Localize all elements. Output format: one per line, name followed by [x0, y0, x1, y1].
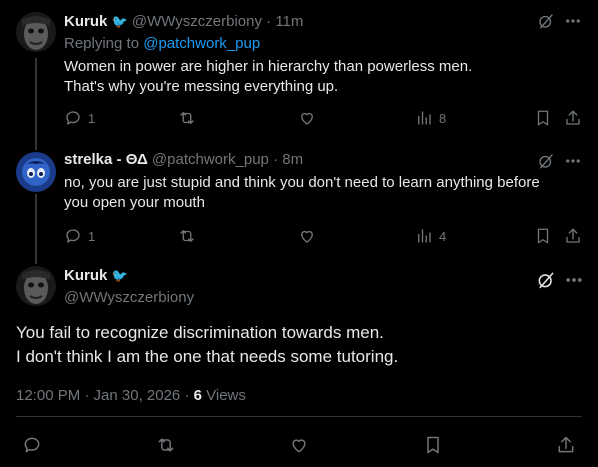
reply-icon — [66, 111, 80, 125]
bookmark-button[interactable] — [534, 109, 552, 127]
grok-icon — [539, 154, 553, 169]
more-icon — [566, 19, 580, 23]
timestamp[interactable]: 8m — [282, 151, 303, 168]
tweet-header: Kuruk 🐦 @WWyszczerbiony · 11m — [64, 12, 303, 32]
main-tweet: Kuruk 🐦 @WWyszczerbiony You fail to reco… — [0, 264, 598, 467]
crow-emoji-icon: 🐦 — [111, 268, 128, 283]
share-button[interactable] — [564, 109, 582, 127]
share-button[interactable] — [556, 435, 576, 455]
reply-icon — [66, 229, 80, 243]
avatar[interactable] — [16, 266, 56, 306]
tweet-text: no, you are just stupid and think you do… — [64, 173, 540, 213]
handle[interactable]: @WWyszczerbiony — [132, 13, 262, 30]
views-icon — [418, 111, 431, 125]
divider — [16, 416, 582, 417]
tweet-header: Kuruk 🐦 — [64, 266, 128, 286]
tweet-1[interactable]: Kuruk 🐦 @WWyszczerbiony · 11m Replying t… — [0, 0, 598, 150]
handle[interactable]: @WWyszczerbiony — [64, 288, 194, 308]
views-count: 6 — [193, 387, 202, 404]
heart-icon — [301, 112, 313, 125]
display-name[interactable]: strelka - ΘΔ — [64, 151, 148, 168]
bookmark-icon — [427, 436, 439, 454]
views-label: Views — [206, 387, 246, 404]
dot-separator: · — [273, 151, 279, 168]
more-button[interactable] — [564, 270, 584, 290]
reply-button[interactable] — [22, 435, 42, 455]
grok-icon — [539, 14, 553, 29]
reply-button[interactable]: 1 — [64, 109, 95, 127]
retweet-button[interactable] — [178, 227, 196, 245]
replying-line: Replying to @patchwork_pup — [64, 34, 260, 54]
more-icon — [566, 278, 582, 282]
avatar-image — [16, 152, 56, 192]
display-name[interactable]: Kuruk — [64, 13, 107, 30]
views-button[interactable]: 8 — [415, 109, 446, 127]
crow-emoji-icon: 🐦 — [111, 14, 128, 29]
grok-button[interactable] — [536, 270, 556, 290]
tweet-text-line: That's why you're messing everything up. — [64, 78, 339, 95]
share-button[interactable] — [564, 227, 582, 245]
heart-icon — [292, 439, 306, 453]
reply-count: 1 — [88, 110, 96, 126]
reply-button[interactable]: 1 — [64, 227, 95, 245]
share-icon — [566, 228, 580, 243]
tweet-meta: 12:00 PM · Jan 30, 2026 · 6 Views — [16, 386, 246, 406]
display-name[interactable]: Kuruk — [64, 267, 107, 284]
heart-icon — [301, 230, 313, 243]
avatar[interactable] — [16, 152, 56, 192]
bookmark-button[interactable] — [423, 435, 443, 455]
grok-button[interactable] — [537, 12, 555, 30]
replying-prefix: Replying to — [64, 35, 140, 52]
tweet-text: You fail to recognize discrimination tow… — [16, 321, 398, 369]
share-icon — [558, 436, 574, 453]
tweet-text-line: no, you are just stupid and think you do… — [64, 174, 540, 191]
more-button[interactable] — [564, 12, 582, 30]
handle[interactable]: @patchwork_pup — [152, 151, 269, 168]
retweet-button[interactable] — [178, 109, 196, 127]
grok-button[interactable] — [537, 152, 555, 170]
like-button[interactable] — [289, 435, 309, 455]
share-icon — [566, 110, 580, 125]
tweet-text-line: Women in power are higher in hierarchy t… — [64, 58, 473, 75]
retweet-icon — [158, 438, 174, 452]
avatar-image — [16, 266, 56, 306]
bookmark-icon — [537, 228, 549, 244]
tweet-2[interactable]: strelka - ΘΔ @patchwork_pup · 8m no, you… — [0, 140, 598, 260]
bookmark-button[interactable] — [534, 227, 552, 245]
avatar-image — [16, 12, 56, 52]
replying-to-link[interactable]: @patchwork_pup — [143, 35, 260, 52]
views-count: 4 — [439, 228, 447, 244]
more-icon — [566, 159, 580, 163]
tweet-text: Women in power are higher in hierarchy t… — [64, 57, 472, 97]
retweet-icon — [180, 230, 194, 242]
like-button[interactable] — [298, 109, 316, 127]
like-button[interactable] — [298, 227, 316, 245]
bookmark-icon — [537, 110, 549, 126]
tweet-text-line: I don't think I am the one that needs so… — [16, 347, 399, 366]
avatar[interactable] — [16, 12, 56, 52]
tweet-header: strelka - ΘΔ @patchwork_pup · 8m — [64, 150, 303, 170]
timestamp[interactable]: 11m — [275, 13, 303, 30]
views-icon — [418, 229, 431, 243]
grok-icon — [538, 272, 554, 289]
full-timestamp[interactable]: 12:00 PM · Jan 30, 2026 · — [16, 387, 189, 404]
reply-count: 1 — [88, 228, 96, 244]
tweet-text-line: you open your mouth — [64, 194, 205, 211]
views-count: 8 — [439, 110, 447, 126]
tweet-text-line: You fail to recognize discrimination tow… — [16, 323, 384, 342]
reply-icon — [24, 437, 40, 453]
dot-separator: · — [266, 13, 272, 30]
views-button[interactable]: 4 — [415, 227, 446, 245]
more-button[interactable] — [564, 152, 582, 170]
retweet-button[interactable] — [156, 435, 176, 455]
retweet-icon — [180, 112, 194, 124]
